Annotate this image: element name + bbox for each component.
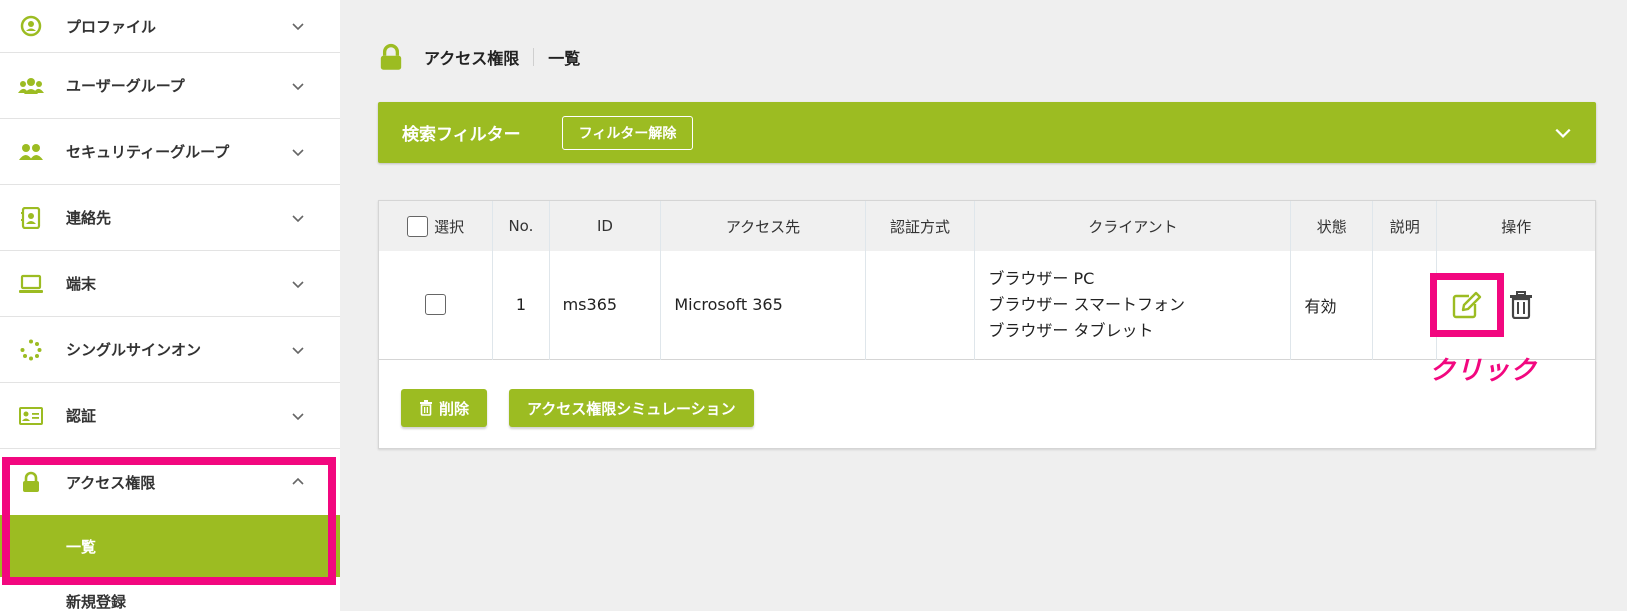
cell-select	[379, 251, 494, 359]
trash-icon[interactable]	[1509, 290, 1533, 319]
chevron-down-icon[interactable]	[1554, 124, 1572, 142]
cell-target: Microsoft 365	[660, 251, 866, 359]
chevron-down-icon	[292, 23, 304, 31]
table-header-row: 選択 No. ID アクセス先 認証方式 クライアント 状態 説明 操作	[379, 201, 1595, 251]
cell-ops	[1430, 251, 1595, 359]
sidebar-item-label: シングルサインオン	[66, 341, 202, 359]
table-row: 1 ms365 Microsoft 365 ブラウザー PC ブラウザー スマー…	[379, 251, 1595, 359]
sidebar-item-user-groups[interactable]: ユーザーグループ	[0, 53, 340, 119]
chevron-up-icon	[292, 477, 304, 485]
cell-status: 有効	[1290, 251, 1373, 359]
cell-no: 1	[492, 251, 550, 359]
header-select: 選択	[379, 201, 494, 251]
chevron-down-icon	[292, 280, 304, 288]
header-ops: 操作	[1501, 217, 1532, 236]
breadcrumb-section[interactable]: アクセス権限	[424, 45, 519, 69]
clear-filter-button[interactable]: フィルター解除	[562, 116, 693, 150]
client-item: ブラウザー タブレット	[988, 320, 1154, 340]
filter-title: 検索フィルター	[402, 125, 521, 145]
sidebar-item-access-rights[interactable]: アクセス権限	[0, 449, 340, 515]
chevron-down-icon	[292, 82, 304, 90]
edit-button[interactable]	[1430, 272, 1505, 337]
sidebar-item-contacts[interactable]: 連絡先	[0, 185, 340, 251]
sidebar-item-devices[interactable]: 端末	[0, 251, 340, 317]
chevron-down-icon	[292, 412, 304, 420]
table-actions: 削除 アクセス権限シミュレーション	[401, 389, 754, 427]
cell-client: ブラウザー PC ブラウザー スマートフォン ブラウザー タブレット	[974, 251, 1292, 359]
trash-icon	[420, 400, 432, 416]
sidebar-subitem-label: 一覧	[66, 537, 97, 556]
lock-icon	[18, 469, 44, 495]
select-all-checkbox[interactable]	[407, 215, 429, 237]
header-status: 状態	[1290, 201, 1373, 251]
sidebar-item-label: 認証	[66, 407, 97, 425]
access-rights-table: 選択 No. ID アクセス先 認証方式 クライアント 状態 説明 操作 1 m…	[379, 201, 1595, 360]
header-auth: 認証方式	[865, 201, 976, 251]
laptop-icon	[18, 271, 44, 297]
cell-auth	[865, 251, 976, 359]
edit-icon	[1453, 291, 1482, 318]
sidebar-item-profile[interactable]: プロファイル	[0, 0, 340, 53]
sidebar-subitem-list[interactable]: 一覧	[0, 515, 340, 577]
sidebar-item-label: セキュリティーグループ	[66, 143, 230, 161]
client-item: ブラウザー PC	[988, 268, 1095, 288]
chevron-down-icon	[292, 148, 304, 156]
header-id: ID	[549, 201, 662, 251]
sidebar-subitem-label: 新規登録	[66, 593, 127, 611]
sidebar-item-sso[interactable]: シングルサインオン	[0, 317, 340, 383]
row-checkbox[interactable]	[425, 294, 447, 316]
sidebar-item-security-groups[interactable]: セキュリティーグループ	[0, 119, 340, 185]
sidebar-item-label: プロファイル	[66, 17, 157, 36]
sidebar-item-label: 端末	[66, 275, 97, 293]
header-target: アクセス先	[660, 201, 866, 251]
chevron-down-icon	[292, 214, 304, 222]
breadcrumb-separator	[533, 48, 535, 66]
click-annotation: クリック	[1429, 356, 1538, 386]
chevron-down-icon	[292, 346, 304, 354]
cell-description	[1372, 251, 1438, 359]
page-title: 一覧	[548, 49, 581, 68]
header-client: クライアント	[974, 201, 1292, 251]
header-select-label: 選択	[434, 217, 465, 236]
sidebar-item-label: 連絡先	[66, 209, 112, 227]
contact-icon	[18, 205, 44, 231]
header-description: 説明	[1372, 201, 1438, 251]
breadcrumb: アクセス権限 一覧	[378, 42, 580, 72]
sidebar-item-label: ユーザーグループ	[66, 77, 185, 95]
delete-button-label: 削除	[439, 399, 470, 418]
users-icon	[18, 73, 44, 99]
lock-icon	[380, 43, 402, 70]
client-item: ブラウザー スマートフォン	[988, 294, 1185, 314]
search-filter-bar[interactable]: 検索フィルター フィルター解除	[378, 102, 1596, 163]
access-rights-table-card: 選択 No. ID アクセス先 認証方式 クライアント 状態 説明 操作 1 m…	[378, 200, 1596, 449]
profile-icon	[18, 13, 44, 39]
sidebar: プロファイル ユーザーグループ セキュリティーグループ 連絡先 端末 シングルサ	[0, 0, 340, 611]
id-card-icon	[18, 403, 44, 429]
user-group-icon	[18, 139, 44, 165]
delete-button[interactable]: 削除	[401, 389, 488, 427]
spinner-icon	[18, 337, 44, 363]
sidebar-item-label: アクセス権限	[66, 473, 156, 492]
sidebar-subitem-new[interactable]: 新規登録	[0, 577, 340, 611]
sidebar-item-auth[interactable]: 認証	[0, 383, 340, 449]
cell-id: ms365	[549, 251, 662, 359]
simulation-button[interactable]: アクセス権限シミュレーション	[509, 389, 754, 427]
header-no: No.	[492, 201, 550, 251]
